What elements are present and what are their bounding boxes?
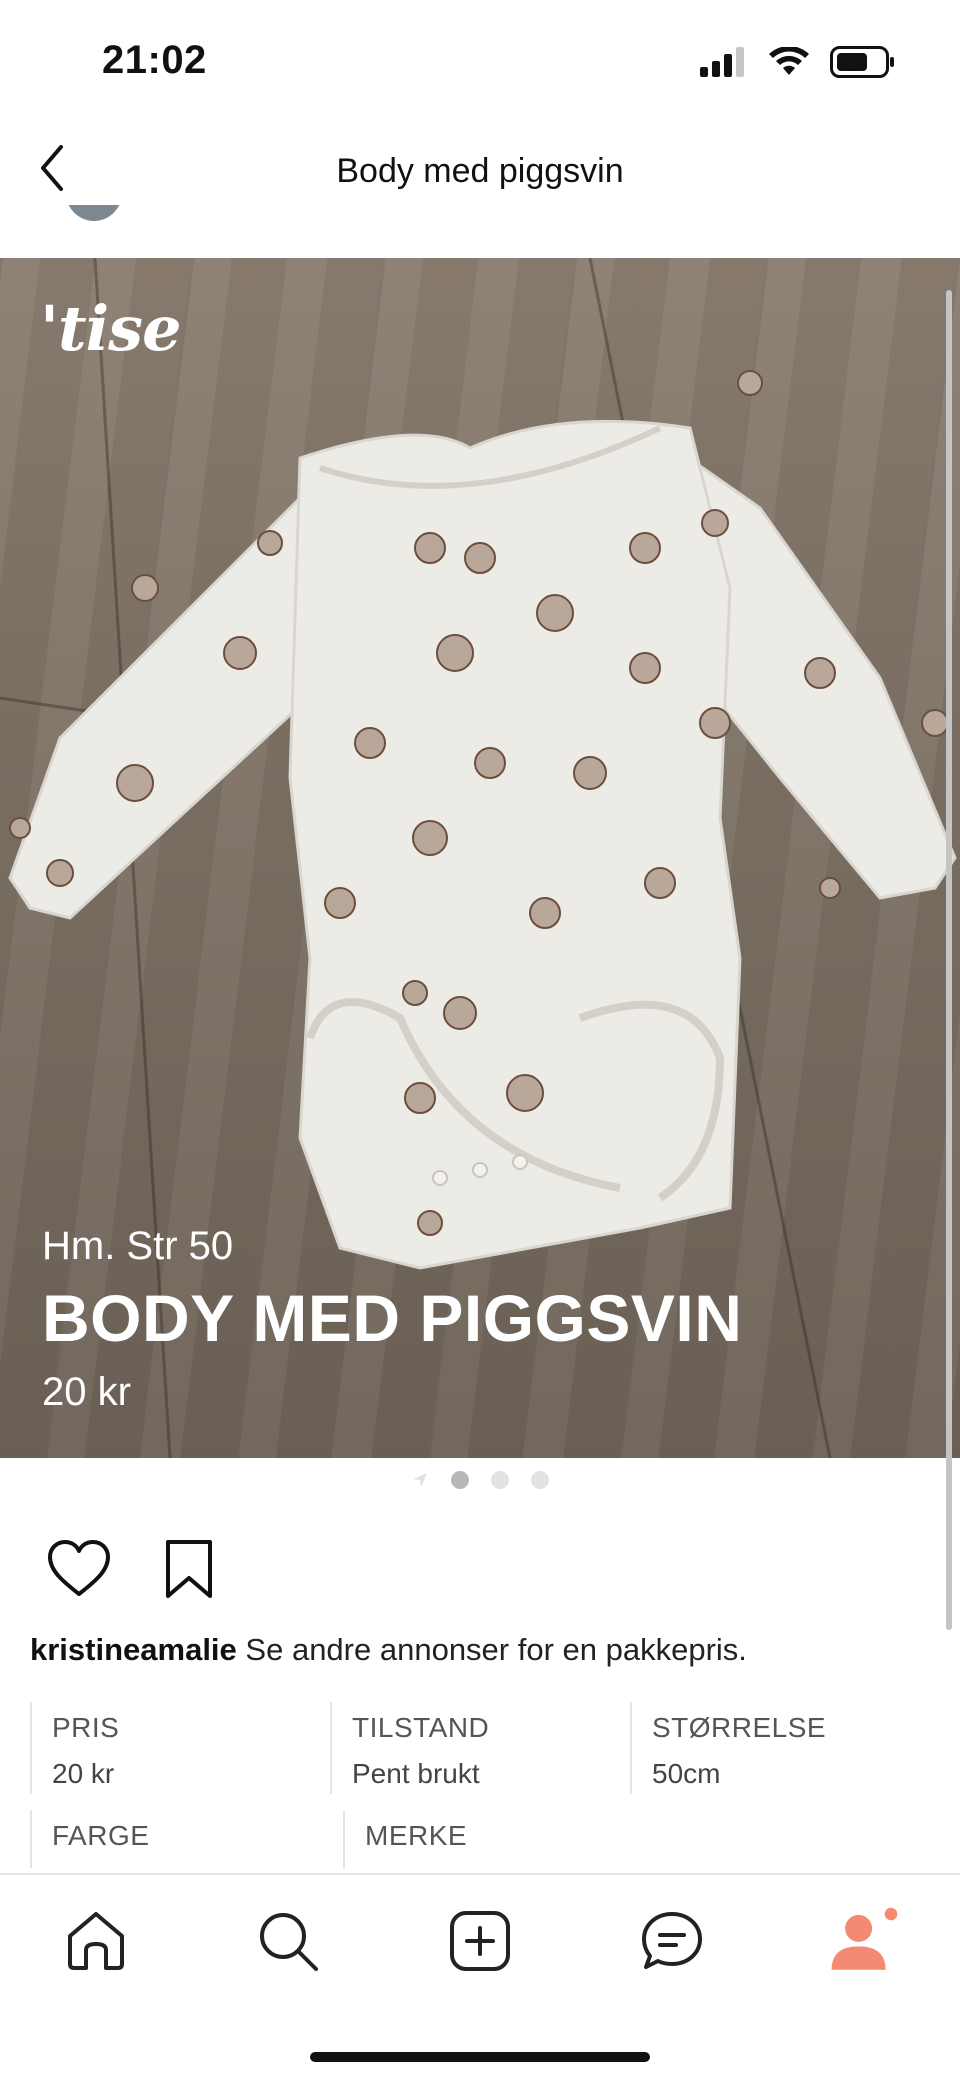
profile-icon xyxy=(831,1907,898,1970)
nav-bar: Body med piggsvin xyxy=(0,128,960,220)
page-title: Body med piggsvin xyxy=(336,152,624,190)
tab-profile[interactable] xyxy=(828,1905,900,1977)
cellular-signal-icon xyxy=(700,47,744,77)
detail-label: FARGE xyxy=(52,1820,150,1851)
location-arrow-icon xyxy=(413,1473,427,1487)
tab-messages[interactable] xyxy=(636,1905,708,1977)
wifi-icon xyxy=(769,47,809,75)
product-title: BODY MED PIGGSVIN xyxy=(42,1281,743,1355)
detail-value: 20 kr xyxy=(52,1758,115,1789)
detail-condition: TILSTAND Pent brukt xyxy=(330,1702,630,1794)
like-button[interactable] xyxy=(46,1536,112,1602)
product-image[interactable]: 'tise Hm. Str 50 BODY MED PIGGSVIN 20 kr xyxy=(0,258,960,1458)
bookmark-icon xyxy=(166,1540,212,1598)
seller-username[interactable]: kristineamalie xyxy=(30,1632,237,1667)
pager-dot-2[interactable] xyxy=(491,1471,509,1489)
detail-label: STØRRELSE xyxy=(652,1712,827,1743)
heart-icon xyxy=(48,1540,110,1596)
pager-dot-1[interactable] xyxy=(451,1471,469,1489)
home-icon xyxy=(68,1912,124,1970)
detail-label: PRIS xyxy=(52,1712,120,1743)
save-button[interactable] xyxy=(156,1536,222,1602)
detail-brand: MERKE xyxy=(343,1810,656,1868)
search-icon xyxy=(260,1913,318,1971)
pager-dot-3[interactable] xyxy=(531,1471,549,1489)
caption-text: Se andre annonser for en pakkepris. xyxy=(245,1632,747,1667)
image-pager xyxy=(0,1468,960,1492)
status-bar: 21:02 xyxy=(0,0,960,128)
battery-icon xyxy=(830,46,894,78)
chat-icon xyxy=(642,1912,702,1969)
seller-avatar[interactable] xyxy=(60,205,140,229)
detail-value: Pent brukt xyxy=(352,1758,480,1789)
tab-add[interactable] xyxy=(444,1905,516,1977)
tise-logo: 'tise xyxy=(40,292,182,365)
bodysuit-photo xyxy=(0,258,957,1458)
detail-label: MERKE xyxy=(365,1820,468,1851)
home-indicator[interactable] xyxy=(310,2052,650,2062)
tab-bar xyxy=(0,1873,960,2078)
tab-home[interactable] xyxy=(60,1905,132,1977)
plus-square-icon xyxy=(450,1911,510,1971)
detail-value: 50cm xyxy=(652,1758,721,1789)
detail-size: STØRRELSE 50cm xyxy=(630,1702,930,1794)
detail-label: TILSTAND xyxy=(352,1712,490,1743)
tab-search[interactable] xyxy=(252,1905,324,1977)
scrollbar[interactable] xyxy=(946,290,952,1630)
details-grid: PRIS 20 kr TILSTAND Pent brukt STØRRELSE… xyxy=(30,1702,930,1868)
action-row xyxy=(46,1536,222,1602)
product-subtitle: Hm. Str 50 xyxy=(42,1224,234,1268)
detail-price: PRIS 20 kr xyxy=(30,1702,330,1794)
product-price: 20 kr xyxy=(42,1370,131,1414)
detail-color: FARGE xyxy=(30,1810,343,1868)
status-icons xyxy=(700,46,896,78)
caption: kristineamalie Se andre annonser for en … xyxy=(30,1632,747,1668)
status-time: 21:02 xyxy=(102,38,207,82)
